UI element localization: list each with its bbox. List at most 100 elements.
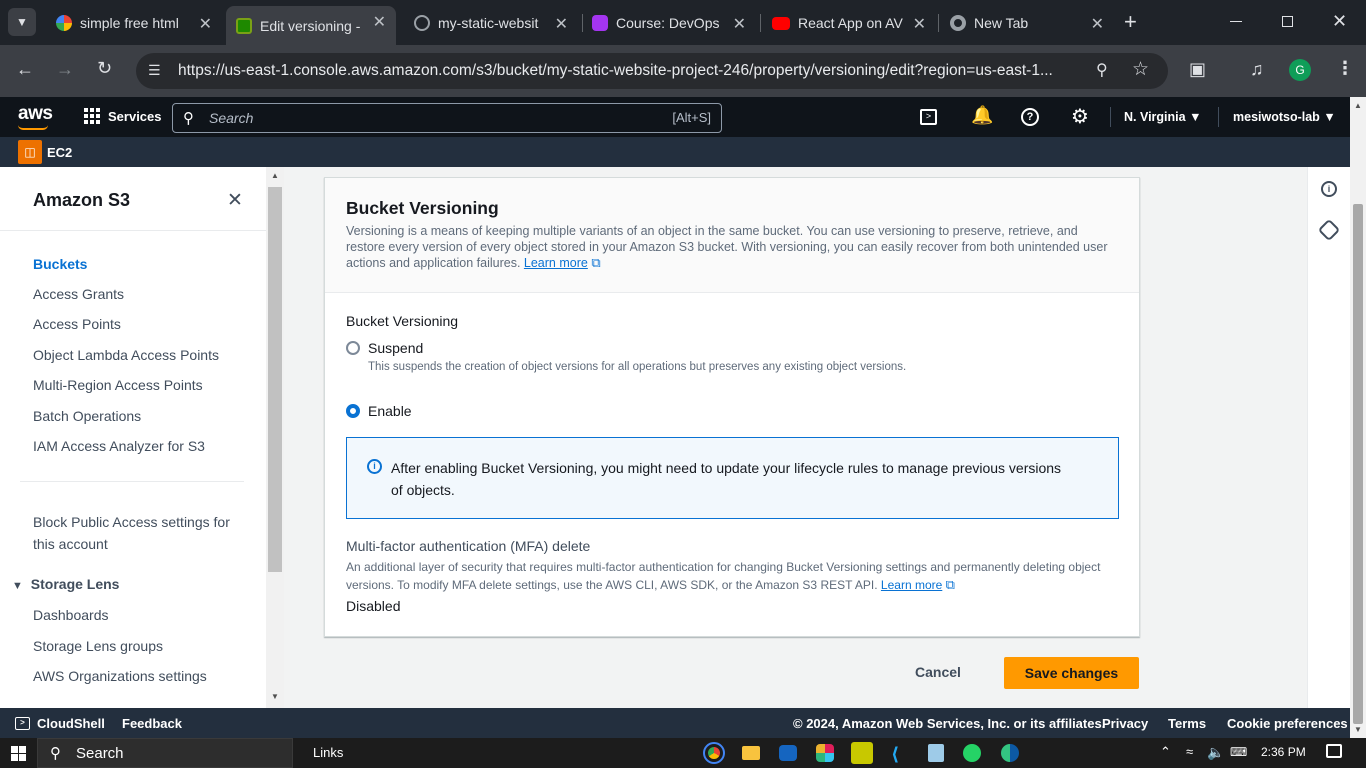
volume-icon[interactable]: 🔈 — [1207, 744, 1224, 761]
minimize-icon[interactable] — [1230, 21, 1242, 22]
wifi-icon[interactable]: ≈ — [1186, 744, 1193, 759]
keyboard-ime-icon[interactable]: ⌨ — [1230, 745, 1247, 759]
forward-arrow-icon[interactable]: → — [56, 59, 74, 80]
sidebar-item-storage-lens-groups[interactable]: Storage Lens groups — [33, 638, 163, 654]
browser-tab-1[interactable]: simple free html ✕ — [46, 8, 222, 38]
scroll-up-icon[interactable]: ▲ — [271, 171, 279, 180]
notifications-icon[interactable] — [1326, 744, 1342, 758]
browser-tab-2[interactable]: Edit versioning - ✕ — [226, 6, 396, 45]
browser-tab-5[interactable]: React App on AV ✕ — [762, 8, 936, 38]
tab-search-button[interactable]: ▼ — [8, 8, 36, 36]
close-sidebar-icon[interactable]: ✕ — [227, 189, 243, 212]
close-tab-icon[interactable]: ✕ — [733, 14, 746, 34]
sidebar-item-buckets[interactable]: Buckets — [33, 256, 87, 272]
edge-icon[interactable] — [1001, 744, 1019, 762]
services-menu-button[interactable]: Services — [84, 108, 162, 124]
sidebar-item-block-public-access[interactable]: Block Public Access settings for this ac… — [33, 511, 233, 555]
notifications-bell-icon[interactable]: 🔔 — [971, 105, 993, 126]
aws-logo[interactable]: aws — [18, 103, 53, 125]
url-text[interactable]: https://us-east-1.console.aws.amazon.com… — [178, 62, 1058, 80]
sidebar-item-dashboards[interactable]: Dashboards — [33, 607, 109, 623]
cloudshell-icon[interactable]: > — [920, 109, 937, 125]
learn-more-link[interactable]: Learn more — [524, 256, 588, 270]
cancel-button[interactable]: Cancel — [915, 664, 961, 680]
enable-label[interactable]: Enable — [368, 403, 412, 419]
taskbar-search[interactable]: ⚲ Search — [37, 738, 293, 768]
privacy-link[interactable]: Privacy — [1102, 716, 1148, 731]
close-window-icon[interactable]: ✕ — [1332, 11, 1347, 32]
sidebar-item-access-points[interactable]: Access Points — [33, 316, 121, 332]
whatsapp-icon[interactable] — [963, 744, 981, 762]
enable-radio[interactable] — [346, 404, 360, 418]
aws-search-input[interactable]: ⚲ Search [Alt+S] — [172, 103, 722, 133]
address-bar[interactable]: ☰ https://us-east-1.console.aws.amazon.c… — [136, 53, 1168, 89]
external-link-icon[interactable]: ⧉ — [591, 255, 600, 270]
edge-dev-icon[interactable] — [779, 745, 797, 761]
tab-title: React App on AV — [798, 15, 903, 31]
close-tab-icon[interactable]: ✕ — [555, 14, 568, 34]
show-hidden-icons-icon[interactable]: ⌃ — [1160, 744, 1171, 760]
bookmark-star-icon[interactable]: ☆ — [1132, 58, 1149, 81]
extensions-icon[interactable]: ▣ — [1189, 59, 1206, 80]
copyright-text: © 2024, Amazon Web Services, Inc. or its… — [793, 716, 1106, 731]
profile-avatar[interactable]: G — [1289, 59, 1311, 81]
cookie-preferences-link[interactable]: Cookie preferences — [1227, 716, 1348, 731]
sidebar-item-batch-operations[interactable]: Batch Operations — [33, 408, 141, 424]
sidebar-item-org-settings[interactable]: AWS Organizations settings — [33, 668, 207, 684]
restore-icon[interactable] — [1282, 16, 1293, 27]
media-controls-icon[interactable]: ♫ — [1250, 59, 1264, 80]
notepad-icon[interactable] — [928, 744, 944, 762]
clock-time[interactable]: 2:36 PM — [1261, 745, 1306, 759]
external-link-icon[interactable]: ⧉ — [946, 577, 955, 592]
cloudshell-footer-button[interactable]: > CloudShell — [15, 716, 105, 731]
browser-tab-4[interactable]: Course: DevOps ✕ — [582, 8, 756, 38]
globe-favicon-icon — [414, 15, 430, 31]
back-arrow-icon[interactable]: ← — [16, 59, 34, 80]
storage-lens-header: Storage Lens — [30, 576, 120, 592]
browser-menu-icon[interactable]: ⋮ — [1336, 58, 1354, 79]
account-menu[interactable]: mesiwotso-lab ▼ — [1233, 110, 1336, 124]
info-panel-icon[interactable]: i — [1321, 181, 1337, 197]
sidebar-scroll-thumb[interactable] — [268, 187, 282, 572]
vscode-icon[interactable]: ⟨ — [891, 744, 899, 765]
sidebar-item-multi-region[interactable]: Multi-Region Access Points — [33, 377, 203, 393]
browser-tab-3[interactable]: my-static-websit ✕ — [404, 8, 578, 38]
browser-tab-6[interactable]: New Tab ✕ — [940, 8, 1114, 38]
zoom-icon[interactable]: ⚲ — [1096, 60, 1108, 80]
mfa-learn-more-link[interactable]: Learn more — [881, 578, 942, 592]
mfa-value: Disabled — [346, 598, 401, 614]
close-tab-icon[interactable]: ✕ — [1091, 14, 1104, 34]
storage-lens-section-toggle[interactable]: ▼ Storage Lens — [12, 576, 119, 592]
media-player-icon[interactable] — [851, 742, 873, 764]
chrome-taskbar-icon[interactable] — [703, 742, 725, 764]
feedback-link[interactable]: Feedback — [122, 716, 182, 731]
page-scroll-thumb[interactable] — [1353, 204, 1363, 724]
save-changes-button[interactable]: Save changes — [1004, 657, 1139, 689]
file-explorer-icon[interactable] — [742, 746, 760, 760]
close-tab-icon[interactable]: ✕ — [913, 14, 926, 34]
reload-icon[interactable]: ↻ — [97, 58, 112, 79]
terms-link[interactable]: Terms — [1168, 716, 1206, 731]
scroll-down-icon[interactable]: ▼ — [1354, 725, 1362, 734]
windows-start-icon[interactable] — [11, 746, 26, 761]
scroll-up-icon[interactable]: ▲ — [1354, 101, 1362, 110]
sidebar-item-access-grants[interactable]: Access Grants — [33, 286, 124, 302]
scroll-down-icon[interactable]: ▼ — [271, 692, 279, 701]
suspend-radio[interactable] — [346, 341, 360, 355]
tutorials-icon[interactable] — [1317, 218, 1341, 242]
terminal-icon: > — [15, 717, 30, 730]
close-tab-icon[interactable]: ✕ — [199, 14, 212, 34]
sidebar-item-object-lambda[interactable]: Object Lambda Access Points — [33, 347, 219, 363]
sidebar-item-iam-analyzer[interactable]: IAM Access Analyzer for S3 — [33, 438, 205, 454]
help-icon[interactable]: ? — [1021, 108, 1039, 126]
favorite-ec2[interactable]: ◫ EC2 — [18, 140, 72, 164]
region-selector[interactable]: N. Virginia ▼ — [1124, 110, 1201, 124]
slack-icon[interactable] — [816, 744, 834, 762]
page-scrollbar[interactable]: ▲ ▼ — [1350, 97, 1366, 738]
new-tab-button[interactable]: + — [1124, 10, 1137, 34]
site-info-icon[interactable]: ☰ — [148, 62, 161, 79]
settings-gear-icon[interactable]: ⚙ — [1071, 104, 1089, 129]
suspend-label[interactable]: Suspend — [368, 340, 423, 356]
sidebar-scrollbar[interactable]: ▲ ▼ — [266, 167, 284, 708]
close-tab-icon[interactable]: ✕ — [373, 12, 386, 32]
